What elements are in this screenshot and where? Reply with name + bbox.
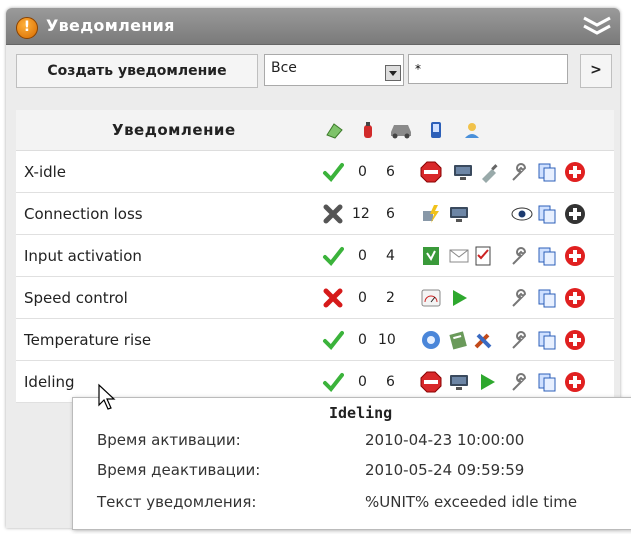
next-page-button[interactable]: >	[580, 54, 612, 88]
wrench-icon[interactable]	[508, 161, 530, 183]
filter-select-value: Все	[271, 60, 297, 76]
copy-icon[interactable]	[536, 161, 558, 183]
copy-icon[interactable]	[536, 329, 558, 351]
unit-count: 4	[386, 248, 395, 264]
trigger-count: 12	[352, 206, 370, 222]
delete-icon[interactable]	[564, 287, 586, 309]
play-icon[interactable]	[476, 371, 498, 393]
trigger-count: 0	[358, 248, 367, 264]
mouse-cursor-icon	[98, 383, 116, 410]
delete-icon[interactable]	[564, 161, 586, 183]
stop-sign-icon[interactable]	[420, 161, 442, 183]
delete-icon[interactable]	[564, 371, 586, 393]
tooltip-title: Ideling	[329, 404, 393, 422]
unit-count: 6	[386, 206, 395, 222]
collapse-chevron-icon[interactable]	[582, 14, 612, 38]
copy-icon[interactable]	[536, 287, 558, 309]
play-icon[interactable]	[448, 287, 470, 309]
trigger-count: 0	[358, 290, 367, 306]
table-row[interactable]: Input activation 0 4	[16, 235, 614, 277]
plug-lightning-icon[interactable]	[420, 203, 442, 225]
unit-count: 6	[386, 374, 395, 390]
monitor-icon[interactable]	[448, 371, 470, 393]
dropdown-arrow-icon[interactable]	[385, 65, 401, 81]
trigger-count: 0	[358, 374, 367, 390]
notification-name[interactable]: Connection loss	[24, 205, 143, 223]
table-body: X-idle 0 6 Connection loss 12 6 Input activati…	[16, 151, 614, 403]
trigger-icon	[326, 123, 343, 139]
copy-icon[interactable]	[536, 245, 558, 267]
unit-count: 10	[378, 332, 396, 348]
delete-gray-icon[interactable]	[564, 203, 586, 225]
phone-icon	[431, 122, 441, 138]
unit-count: 2	[386, 290, 395, 306]
monitor-icon[interactable]	[448, 203, 470, 225]
warning-icon	[16, 17, 38, 39]
wrench-icon[interactable]	[508, 245, 530, 267]
create-notification-button[interactable]: Создать уведомление	[16, 54, 258, 88]
red-x-icon[interactable]	[322, 287, 344, 309]
column-header-notification[interactable]: Уведомление	[112, 121, 236, 139]
users-icon	[465, 123, 479, 138]
notification-name[interactable]: Temperature rise	[24, 331, 151, 349]
notification-text-label: Текст уведомления:	[97, 493, 257, 511]
document-icon[interactable]	[420, 245, 442, 267]
table-row[interactable]: Temperature rise 0 10	[16, 319, 614, 361]
activation-time-value: 2010-04-23 10:00:00	[365, 431, 525, 449]
trigger-count: 0	[358, 164, 367, 180]
gear-icon[interactable]	[420, 329, 442, 351]
tools-icon[interactable]	[472, 329, 494, 351]
gray-x-icon[interactable]	[322, 203, 344, 225]
wrench-icon[interactable]	[508, 371, 530, 393]
envelope-icon[interactable]	[448, 245, 470, 267]
monitor-icon[interactable]	[452, 161, 474, 183]
filter-select[interactable]: Все	[264, 54, 404, 86]
notification-tooltip: Ideling Время активации: 2010-04-23 10:0…	[72, 397, 631, 530]
plug-icon[interactable]	[478, 161, 500, 183]
panel-title: Уведомления	[46, 16, 175, 35]
checkmark-icon[interactable]	[322, 329, 344, 351]
deactivation-time-label: Время деактивации:	[97, 461, 261, 479]
unit-count: 6	[386, 164, 395, 180]
checkmark-icon[interactable]	[322, 245, 344, 267]
wrench-icon[interactable]	[508, 329, 530, 351]
notification-name[interactable]: X-idle	[24, 163, 66, 181]
eye-icon[interactable]	[511, 203, 533, 225]
fire-extinguisher-icon	[364, 122, 372, 138]
notification-name[interactable]: Ideling	[24, 373, 75, 391]
deactivation-time-value: 2010-05-24 09:59:59	[365, 461, 525, 479]
notification-name[interactable]: Input activation	[24, 247, 142, 265]
table-row[interactable]: Speed control 0 2	[16, 277, 614, 319]
panel-titlebar: Уведомления	[6, 8, 620, 45]
copy-icon[interactable]	[536, 203, 558, 225]
wrench-icon[interactable]	[508, 287, 530, 309]
table-row[interactable]: X-idle 0 6	[16, 151, 614, 193]
checkmark-icon[interactable]	[322, 161, 344, 183]
toolbar: Создать уведомление Все >	[16, 54, 616, 88]
notification-text-value: %UNIT% exceeded idle time	[365, 493, 578, 511]
delete-icon[interactable]	[564, 329, 586, 351]
table-header: Уведомление	[16, 110, 614, 151]
checklist-icon[interactable]	[472, 245, 494, 267]
search-input[interactable]	[408, 54, 568, 84]
table-row[interactable]: Connection loss 12 6	[16, 193, 614, 235]
notifications-table: Уведомление X-idle 0 6 Connection loss 12 6 In…	[16, 110, 614, 403]
chart-icon[interactable]	[448, 329, 470, 351]
stop-sign-icon[interactable]	[420, 371, 442, 393]
activation-time-label: Время активации:	[97, 431, 241, 449]
car-icon	[391, 125, 411, 139]
speedometer-icon[interactable]	[420, 287, 442, 309]
trigger-count: 0	[358, 332, 367, 348]
checkmark-icon[interactable]	[322, 371, 344, 393]
copy-icon[interactable]	[536, 371, 558, 393]
delete-icon[interactable]	[564, 245, 586, 267]
notification-name[interactable]: Speed control	[24, 289, 128, 307]
